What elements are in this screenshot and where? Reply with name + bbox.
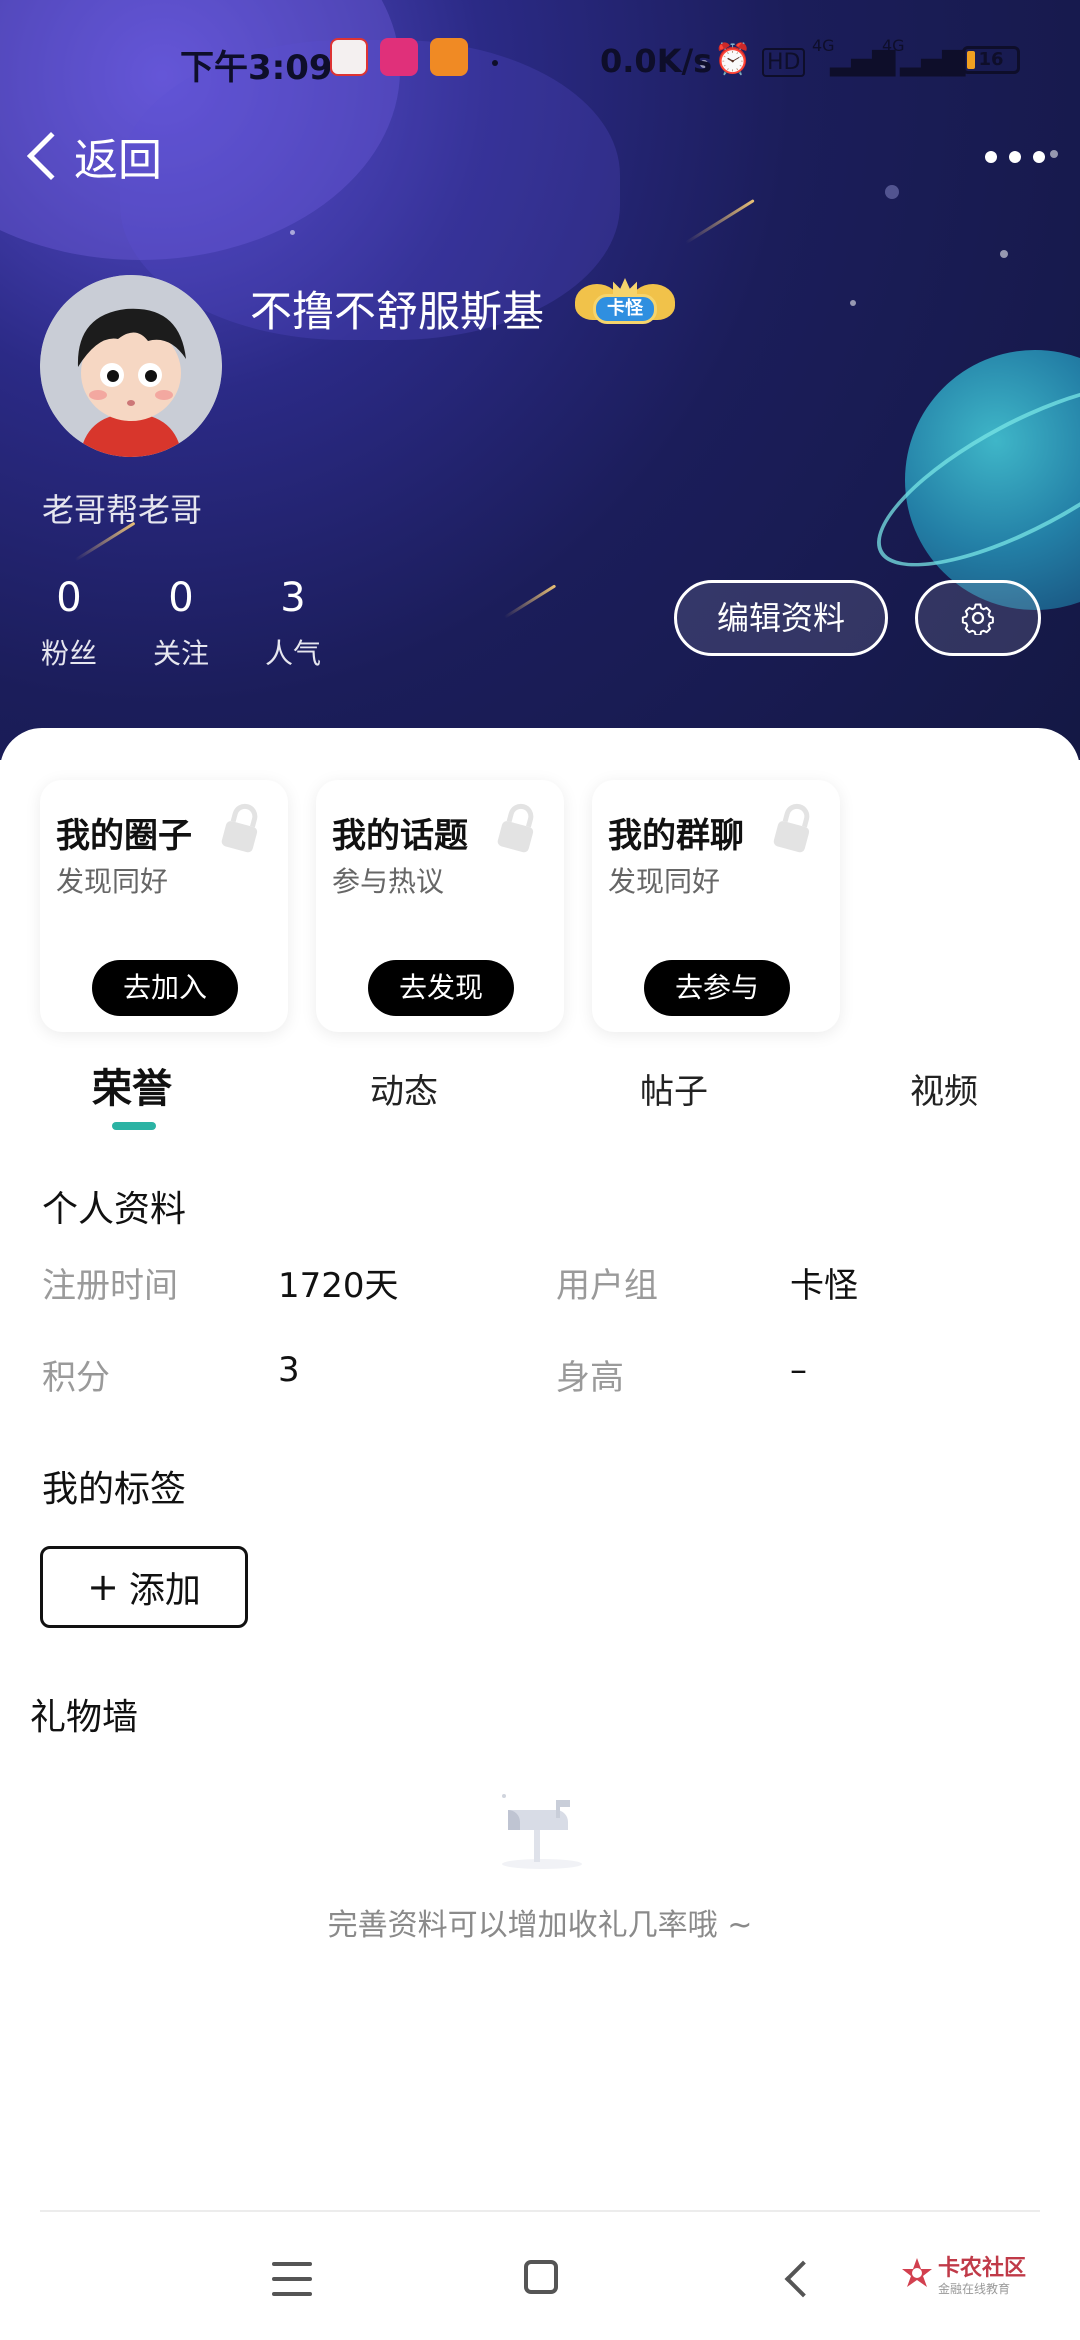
card-my-group-chats[interactable]: 我的群聊 发现同好 去参与	[592, 780, 840, 1032]
menu-line	[272, 2262, 312, 2266]
avatar-illustration	[40, 275, 222, 457]
back-button[interactable]: 返回	[24, 126, 162, 186]
info-value-height: –	[790, 1350, 807, 1390]
watermark-subtitle: 金融在线教育	[938, 2282, 1011, 2296]
dot	[1009, 151, 1021, 163]
profile-tabs: 荣誉 动态 帖子 视频	[0, 1050, 1080, 1140]
status-bar: 下午3:09 0.0K/s ⏰ HD 4G ▂▄▆ 4G ▂▄▆ 16	[0, 30, 1080, 94]
star	[1000, 250, 1008, 258]
user-level-badge: 卡怪	[575, 278, 675, 330]
menu-line	[272, 2277, 312, 2281]
active-tab-indicator	[112, 1122, 156, 1130]
dot	[985, 151, 997, 163]
star	[850, 300, 856, 306]
stat-label: 粉丝	[40, 637, 97, 670]
info-value-register-time: 1720天	[278, 1266, 399, 1306]
empty-mailbox-icon	[502, 1794, 582, 1869]
stat-label: 人气	[264, 637, 321, 670]
dot	[1033, 151, 1045, 163]
kanong-logo-icon	[902, 2258, 932, 2287]
my-tags-title: 我的标签	[42, 1469, 187, 1510]
recent-apps-button[interactable]	[272, 2262, 312, 2296]
info-label-height: 身高	[556, 1358, 624, 1398]
chevron-left-icon	[26, 131, 76, 181]
personal-info-title: 个人资料	[42, 1189, 187, 1230]
watermark: 卡农社区 金融在线教育	[900, 2248, 1060, 2308]
star	[885, 185, 899, 199]
tab-posts[interactable]: 帖子	[640, 1064, 708, 1113]
star	[290, 230, 295, 235]
app-notification-icon	[430, 38, 468, 76]
avatar[interactable]	[40, 275, 222, 457]
lock-icon	[497, 803, 534, 853]
battery-icon: 16	[962, 46, 1020, 74]
user-signature: 老哥帮老哥	[42, 491, 203, 529]
gift-wall-title: 礼物墙	[30, 1697, 139, 1738]
info-label-user-group: 用户组	[556, 1266, 658, 1306]
card-subtitle: 发现同好	[56, 865, 169, 898]
card-title: 我的群聊	[608, 816, 744, 856]
watermark-title: 卡农社区	[938, 2256, 1027, 2281]
card-subtitle: 参与热议	[332, 865, 445, 898]
system-back-button[interactable]	[784, 2260, 822, 2298]
info-label-points: 积分	[42, 1358, 110, 1398]
tab-honors[interactable]: 荣誉	[92, 1056, 172, 1114]
add-tag-button[interactable]: + 添加	[40, 1546, 248, 1628]
more-notifications-dot	[492, 60, 498, 66]
badge-text: 卡怪	[593, 294, 657, 324]
stat-value: 3	[280, 575, 306, 621]
username: 不撸不舒服斯基	[250, 287, 545, 336]
meteor	[685, 199, 755, 244]
star	[1050, 150, 1058, 158]
app-notification-icon	[330, 38, 368, 76]
stat-following[interactable]: 0 关注	[126, 570, 236, 672]
card-my-circles[interactable]: 我的圈子 发现同好 去加入	[40, 780, 288, 1032]
card-subtitle: 发现同好	[608, 865, 721, 898]
network-speed: 0.0K/s	[600, 42, 713, 80]
info-value-user-group: 卡怪	[790, 1266, 858, 1306]
back-label: 返回	[74, 135, 162, 186]
divider	[40, 2210, 1040, 2212]
card-title: 我的圈子	[56, 816, 192, 856]
more-options-button[interactable]	[985, 142, 1045, 172]
signal-icon: ▂▄▆	[900, 42, 965, 77]
app-notification-icon	[380, 38, 418, 76]
info-value-points: 3	[278, 1350, 300, 1390]
stat-followers[interactable]: 0 粉丝	[14, 570, 124, 672]
info-label-register-time: 注册时间	[42, 1266, 178, 1306]
stat-label: 关注	[152, 637, 209, 670]
stat-value: 0	[168, 575, 194, 621]
profile-content: 我的圈子 发现同好 去加入 我的话题 参与热议 去发现 我的群聊 发现同好 去参…	[0, 728, 1080, 2340]
lock-icon	[221, 803, 258, 853]
home-button[interactable]	[524, 2260, 558, 2294]
edit-profile-button[interactable]: 编辑资料	[674, 580, 888, 656]
menu-line	[272, 2292, 312, 2296]
alarm-icon: ⏰	[714, 42, 752, 77]
hd-icon: HD	[762, 48, 806, 77]
system-nav-bar: 卡农社区 金融在线教育	[0, 2222, 1080, 2340]
card-title: 我的话题	[332, 816, 468, 856]
stat-value: 0	[56, 575, 82, 621]
status-time: 下午3:09	[180, 48, 333, 88]
gear-icon	[961, 603, 994, 635]
join-button[interactable]: 去加入	[92, 960, 238, 1016]
discover-button[interactable]: 去发现	[368, 960, 514, 1016]
stat-popularity[interactable]: 3 人气	[238, 570, 348, 672]
settings-button[interactable]	[915, 580, 1041, 656]
participate-button[interactable]: 去参与	[644, 960, 790, 1016]
add-tag-label: 添加	[128, 1570, 201, 1611]
lock-icon	[773, 803, 810, 853]
plus-icon: +	[87, 1565, 119, 1609]
meteor	[503, 584, 557, 619]
tab-activity[interactable]: 动态	[370, 1064, 438, 1113]
tab-videos[interactable]: 视频	[910, 1064, 978, 1113]
gift-wall-empty-hint: 完善资料可以增加收礼几率哦 ~	[327, 1908, 753, 1943]
card-my-topics[interactable]: 我的话题 参与热议 去发现	[316, 780, 564, 1032]
